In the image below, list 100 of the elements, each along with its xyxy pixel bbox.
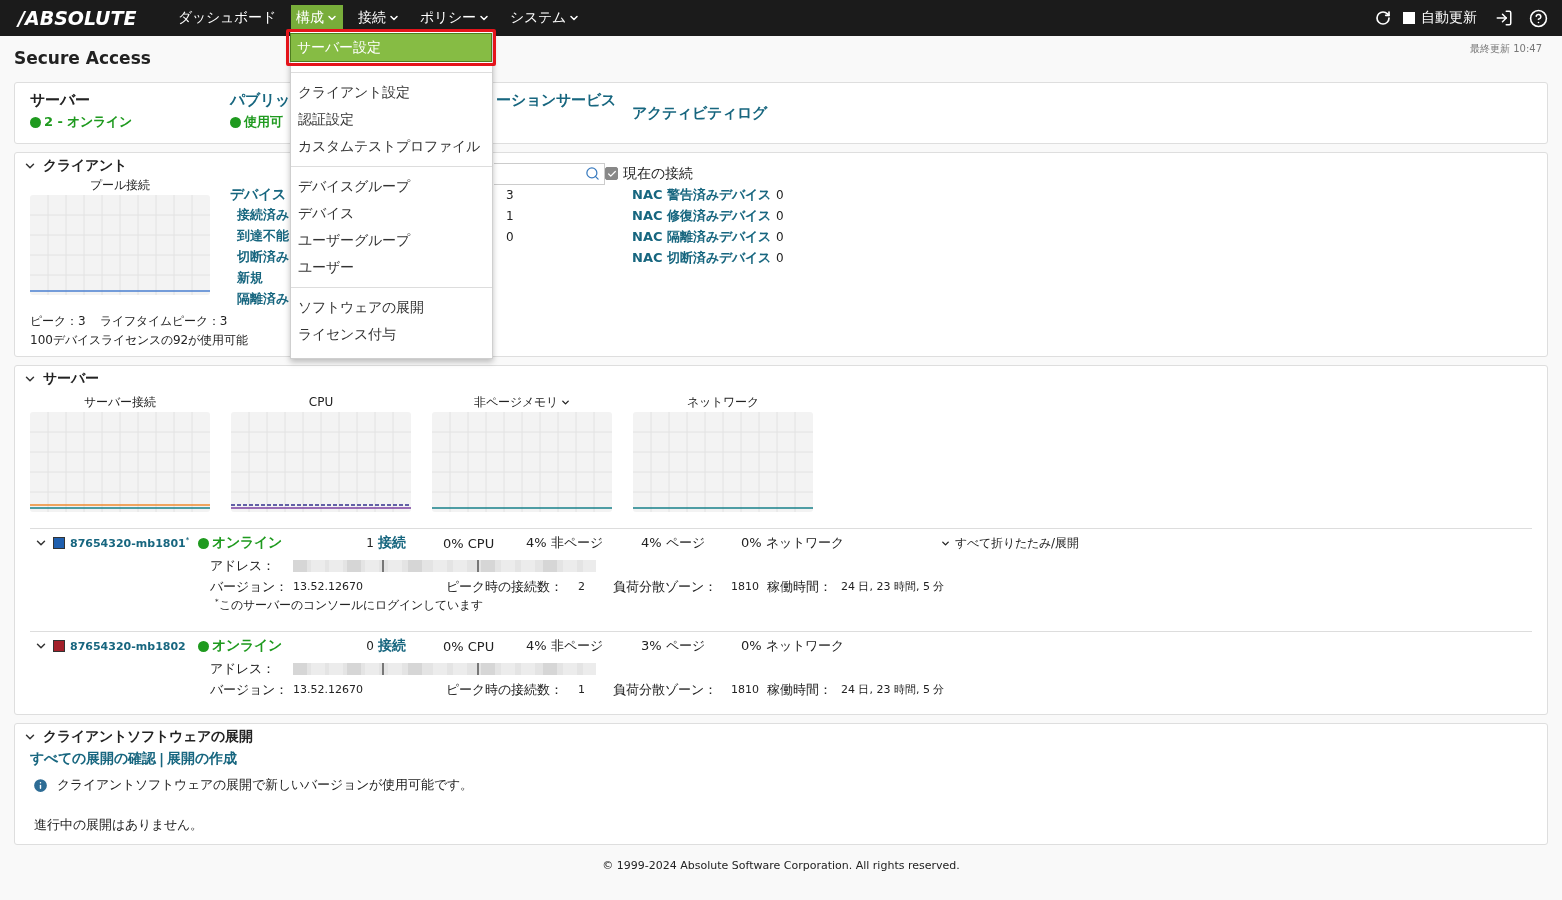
note-text: $^{*}$このサーバーのコンソールにログインしています [215,598,483,612]
cpu-text: 0% CPU [443,535,496,551]
status-text: オンライン [212,637,282,655]
status-dot [30,116,41,128]
info-icon [32,776,49,794]
detail-value: 1810 [731,683,760,696]
menu-item[interactable]: デバイスグループ [291,173,492,200]
search-field[interactable] [494,162,605,185]
detail-label: ピーク時の接続数： [446,577,564,596]
link-separator: | [159,751,165,767]
detail-value: 24 日, 23 時間, 5 分 [841,682,946,697]
paged-text: 3% ページ [641,637,706,655]
lifetime-peak-text: ライフタイムピーク：3 [99,313,228,330]
logout-icon[interactable] [1495,9,1513,27]
auto-refresh-checkbox[interactable] [1403,12,1415,24]
detail-value: 13.52.12670 [293,683,364,696]
nac-link[interactable]: NAC 隔離済みデバイス [632,227,771,246]
license-text: 100デバイスライセンスの92が使用可能 [30,332,249,348]
search-icon[interactable] [585,166,600,181]
summary-title[interactable]: パブリッ [230,91,290,110]
chart-title: プール接続 [89,176,151,194]
nav-item[interactable]: ダッシュボード [173,5,281,31]
auto-refresh-label: 自動更新 [1421,9,1477,27]
connections-link[interactable]: 接続 [378,534,406,552]
footer-text: © 1999-2024 Absolute Software Corporation. All rights reserved. [601,858,961,872]
count-text: 1 [505,208,515,223]
network-text: 0% ネットワーク [741,637,845,655]
chart-title: CPU [307,394,335,411]
summary-title: サーバー [30,91,90,110]
status-text: オンライン [212,534,282,552]
connection-count: 0 [366,639,374,653]
peak-text: ピーク：3 [30,313,86,330]
refresh-icon[interactable] [1375,10,1391,26]
logo[interactable]: /ABSOLUTE [18,7,173,29]
nac-link[interactable]: NAC 修復済みデバイス [632,206,771,225]
count-text: 0 [776,250,784,265]
deployment-link[interactable]: すべての展開の確認 [30,750,156,768]
detail-label: アドレス： [210,659,276,678]
chart-title[interactable]: 非ページメモリ [432,392,612,412]
count-text: 0 [776,229,784,244]
count-text: 0 [776,187,784,202]
current-connections-checkbox[interactable] [605,167,618,180]
server-name-link[interactable]: 87654320-mb1802 [70,639,186,653]
detail-label: 負荷分散ゾーン： [613,680,718,699]
nac-link[interactable]: NAC 警告済みデバイス [632,185,771,204]
connections-link[interactable]: 接続 [378,637,406,655]
menu-item[interactable]: デバイス [291,200,492,227]
device-link[interactable]: 新規 [230,270,263,287]
info-text: クライアントソフトウェアの展開で新しいバージョンが使用可能です。 [57,776,473,794]
nav-item[interactable]: 接続 [353,5,405,31]
status-dot [198,640,209,652]
menu-item[interactable]: カスタムテストプロファイル [291,133,492,160]
network-text: 0% ネットワーク [741,534,845,552]
detail-value: 1 [578,683,586,696]
detail-value: 2 [578,580,586,593]
detail-label: バージョン： [210,680,289,699]
deployment-link[interactable]: 展開の作成 [167,750,238,768]
nonpaged-text: 4% 非ページ [526,534,604,552]
nonpaged-text: 4% 非ページ [526,637,604,655]
status-text: 2 - オンライン [44,113,133,131]
status-dot [198,537,209,549]
detail-label: 稼働時間： [767,680,833,699]
detail-label: 負荷分散ゾーン： [613,577,718,596]
paged-text: 4% ページ [641,534,706,552]
detail-label: ピーク時の接続数： [446,680,564,699]
page-title: Secure Access [14,48,151,70]
server-name-link[interactable]: 87654320-mb1801$^{*}$ [70,536,190,550]
chart-title: ネットワーク [686,393,760,411]
device-link[interactable]: 接続済み [230,207,289,224]
menu-item[interactable]: ユーザーグループ [291,227,492,254]
count-text: 0 [505,229,515,244]
detail-label: バージョン： [210,577,289,596]
deployment-status: 進行中の展開はありません。 [33,816,204,834]
device-link[interactable]: 隔離済み [230,291,289,308]
menu-item[interactable]: 認証設定 [291,106,492,133]
detail-value: 1810 [731,580,760,593]
summary-link[interactable]: アクティビティログ [632,103,767,123]
menu-item[interactable]: クライアント設定 [291,79,492,106]
menu-item[interactable]: ライセンス付与 [291,321,492,348]
nav-item[interactable]: システム [505,5,585,31]
checkbox-label: 現在の接続 [623,164,693,183]
device-link[interactable]: 切断済み [230,249,289,266]
device-link[interactable]: デバイス [230,185,286,204]
nav-item[interactable]: ポリシー [415,5,495,31]
summary-link[interactable]: ーションサービス [496,91,616,110]
cpu-text: 0% CPU [443,638,496,654]
count-text: 0 [776,208,784,223]
section-title: クライアントソフトウェアの展開 [43,728,253,746]
device-link[interactable]: 到達不能 [230,228,289,245]
collapse-expand-all[interactable]: すべて折りたたみ/展開 [940,534,1080,552]
help-icon[interactable] [1529,8,1548,28]
chart-title: サーバー接続 [83,393,157,411]
status-dot [230,116,241,128]
section-title: クライアント [43,157,127,175]
nac-link[interactable]: NAC 切断済みデバイス [632,248,771,267]
section-title: サーバー [43,370,99,388]
menu-item[interactable]: ユーザー [291,254,492,281]
status-text: 使用可 [244,113,283,131]
menu-item[interactable]: ソフトウェアの展開 [291,294,492,321]
last-updated: 最終更新 10:47 [1470,42,1542,56]
